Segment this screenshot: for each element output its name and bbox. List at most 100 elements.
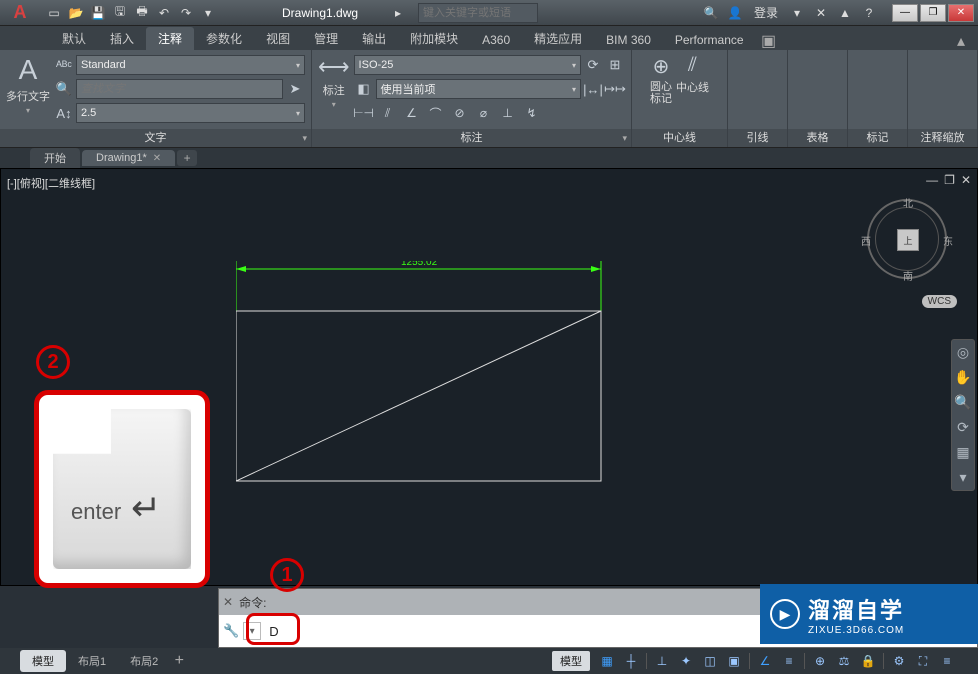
dimension-dropdown-icon[interactable]: ▾ bbox=[332, 100, 336, 109]
nav-showmotion-icon[interactable]: ▦ bbox=[956, 444, 969, 461]
viewcube-south[interactable]: 南 bbox=[903, 268, 913, 283]
ribbon-tab-insert[interactable]: 插入 bbox=[98, 27, 146, 50]
qat-new-icon[interactable]: ▭ bbox=[44, 3, 64, 23]
minimize-button[interactable]: — bbox=[892, 4, 918, 22]
command-customize-icon[interactable]: 🔧 bbox=[223, 623, 239, 639]
viewport-maximize-icon[interactable]: ❐ bbox=[944, 173, 955, 187]
qat-redo-icon[interactable]: ↷ bbox=[176, 3, 196, 23]
layout-tab-model[interactable]: 模型 bbox=[20, 650, 66, 672]
status-polar-icon[interactable]: ✦ bbox=[675, 651, 697, 671]
file-tab-add-button[interactable]: + bbox=[177, 150, 197, 166]
dim-radius-icon[interactable]: ⊘ bbox=[450, 103, 470, 123]
status-otrack-icon[interactable]: ∠ bbox=[754, 651, 776, 671]
maximize-button[interactable]: ❐ bbox=[920, 4, 946, 22]
dim-continue-icon[interactable]: ↦↦ bbox=[605, 79, 625, 99]
status-grid-icon[interactable]: ▦ bbox=[596, 651, 618, 671]
qat-save-icon[interactable]: 💾 bbox=[88, 3, 108, 23]
status-annomonitor-icon[interactable]: ⊕ bbox=[809, 651, 831, 671]
layer-icon[interactable]: ◧ bbox=[354, 79, 374, 99]
status-cleanscreen-icon[interactable]: ⛶ bbox=[912, 651, 934, 671]
dim-jogged-icon[interactable]: ↯ bbox=[522, 103, 542, 123]
find-text-input[interactable] bbox=[76, 79, 283, 99]
text-style-combo[interactable]: Standard▾ bbox=[76, 55, 305, 75]
centerline-button[interactable]: ⫽ 中心线 bbox=[676, 54, 709, 95]
viewport-label[interactable]: [-][俯视][二维线框] bbox=[7, 175, 95, 191]
nav-pan-icon[interactable]: ✋ bbox=[954, 369, 971, 386]
login-button[interactable]: 登录 bbox=[750, 4, 782, 21]
login-dropdown-icon[interactable]: ▾ bbox=[788, 4, 806, 22]
dim-aligned-icon[interactable]: ⫽ bbox=[378, 103, 398, 123]
dimension-button[interactable]: ⟷ 标注 ▾ bbox=[318, 54, 350, 109]
panel-mark-title[interactable]: 标记 bbox=[848, 129, 907, 147]
command-close-icon[interactable]: ✕ bbox=[223, 595, 233, 609]
user-icon[interactable]: 👤 bbox=[726, 4, 744, 22]
viewport-minimize-icon[interactable]: — bbox=[926, 173, 938, 187]
mtext-dropdown-icon[interactable]: ▾ bbox=[26, 106, 30, 115]
dim-arc-icon[interactable]: ⌒ bbox=[426, 103, 446, 123]
nav-zoom-icon[interactable]: 🔍 bbox=[954, 394, 971, 411]
search-icon[interactable]: 🔍 bbox=[702, 4, 720, 22]
dim-diameter-icon[interactable]: ⌀ bbox=[474, 103, 494, 123]
ribbon-minimize-icon[interactable]: ▴ bbox=[952, 32, 970, 50]
status-customize-icon[interactable]: ≡ bbox=[936, 651, 958, 671]
panel-dimension-title[interactable]: 标注▾ bbox=[312, 129, 631, 147]
file-tab-start[interactable]: 开始 bbox=[30, 148, 80, 168]
ribbon-tab-addins[interactable]: 附加模块 bbox=[398, 27, 470, 50]
viewcube[interactable]: 上 北 南 东 西 bbox=[867, 199, 947, 279]
status-ortho-icon[interactable]: ⊥ bbox=[651, 651, 673, 671]
dim-update-icon[interactable]: ⟳ bbox=[583, 55, 603, 75]
ribbon-tab-a360[interactable]: A360 bbox=[470, 30, 522, 50]
status-model-button[interactable]: 模型 bbox=[552, 651, 590, 671]
panel-table-title[interactable]: 表格 bbox=[788, 129, 847, 147]
text-height-combo[interactable]: 2.5▾ bbox=[76, 103, 305, 123]
find-icon[interactable]: 🔍 bbox=[54, 79, 74, 99]
find-go-icon[interactable]: ➤ bbox=[285, 79, 305, 99]
status-osnap-icon[interactable]: ▣ bbox=[723, 651, 745, 671]
ribbon-tab-performance[interactable]: Performance bbox=[663, 30, 756, 50]
viewport-close-icon[interactable]: ✕ bbox=[961, 173, 971, 187]
exchange-icon[interactable]: ✕ bbox=[812, 4, 830, 22]
ribbon-tab-parametric[interactable]: 参数化 bbox=[194, 27, 254, 50]
ribbon-tab-default[interactable]: 默认 bbox=[50, 27, 98, 50]
file-tab-close-icon[interactable]: ✕ bbox=[153, 153, 161, 164]
nav-orbit-icon[interactable]: ⟳ bbox=[957, 419, 969, 436]
panel-annoscale-title[interactable]: 注释缩放 bbox=[908, 129, 977, 147]
layout-tab-layout2[interactable]: 布局2 bbox=[118, 650, 170, 672]
help-icon[interactable]: ? bbox=[860, 4, 878, 22]
status-workspace-icon[interactable]: ⚙ bbox=[888, 651, 910, 671]
a360-icon[interactable]: ▲ bbox=[836, 4, 854, 22]
dim-override-icon[interactable]: ⊞ bbox=[605, 55, 625, 75]
nav-more-icon[interactable]: ▾ bbox=[959, 469, 966, 486]
mtext-button[interactable]: A 多行文字 ▾ bbox=[6, 54, 50, 115]
viewcube-east[interactable]: 东 bbox=[943, 233, 953, 248]
close-button[interactable]: ✕ bbox=[948, 4, 974, 22]
ribbon-tab-view[interactable]: 视图 bbox=[254, 27, 302, 50]
qat-print-icon[interactable]: 🖶 bbox=[132, 3, 152, 23]
layout-tab-layout1[interactable]: 布局1 bbox=[66, 650, 118, 672]
qat-dropdown-icon[interactable]: ▾ bbox=[198, 3, 218, 23]
ribbon-tab-manage[interactable]: 管理 bbox=[302, 27, 350, 50]
wcs-badge[interactable]: WCS bbox=[922, 295, 957, 308]
dim-angular-icon[interactable]: ∠ bbox=[402, 103, 422, 123]
qat-undo-icon[interactable]: ↶ bbox=[154, 3, 174, 23]
dim-quick-icon[interactable]: |↔| bbox=[583, 79, 603, 99]
panel-leader-title[interactable]: 引线 bbox=[728, 129, 787, 147]
ribbon-tab-bim360[interactable]: BIM 360 bbox=[594, 30, 663, 50]
qat-saveas-icon[interactable]: 🖫 bbox=[110, 3, 130, 23]
text-style-icon[interactable]: ᴬᴮᶜ bbox=[54, 55, 74, 75]
ribbon-tab-featured[interactable]: 精选应用 bbox=[522, 27, 594, 50]
viewcube-north[interactable]: 北 bbox=[903, 195, 913, 210]
dim-linear-icon[interactable]: ⊢⊣ bbox=[354, 103, 374, 123]
app-logo[interactable]: A bbox=[0, 0, 40, 26]
status-lineweight-icon[interactable]: ≡ bbox=[778, 651, 800, 671]
ribbon-tab-annotate[interactable]: 注释 bbox=[146, 27, 194, 50]
dim-style-combo[interactable]: ISO-25▾ bbox=[354, 55, 581, 75]
dim-layer-combo[interactable]: 使用当前项▾ bbox=[376, 79, 581, 99]
help-search-input[interactable] bbox=[418, 3, 538, 23]
text-height-icon[interactable]: A↕ bbox=[54, 103, 74, 123]
ribbon-tab-output[interactable]: 输出 bbox=[350, 27, 398, 50]
status-annosync-icon[interactable]: 🔒 bbox=[857, 651, 879, 671]
search-toggle-icon[interactable]: ▸ bbox=[388, 3, 408, 23]
panel-text-title[interactable]: 文字▾ bbox=[0, 129, 311, 147]
center-mark-button[interactable]: ⊕ 圆心 标记 bbox=[650, 54, 672, 105]
